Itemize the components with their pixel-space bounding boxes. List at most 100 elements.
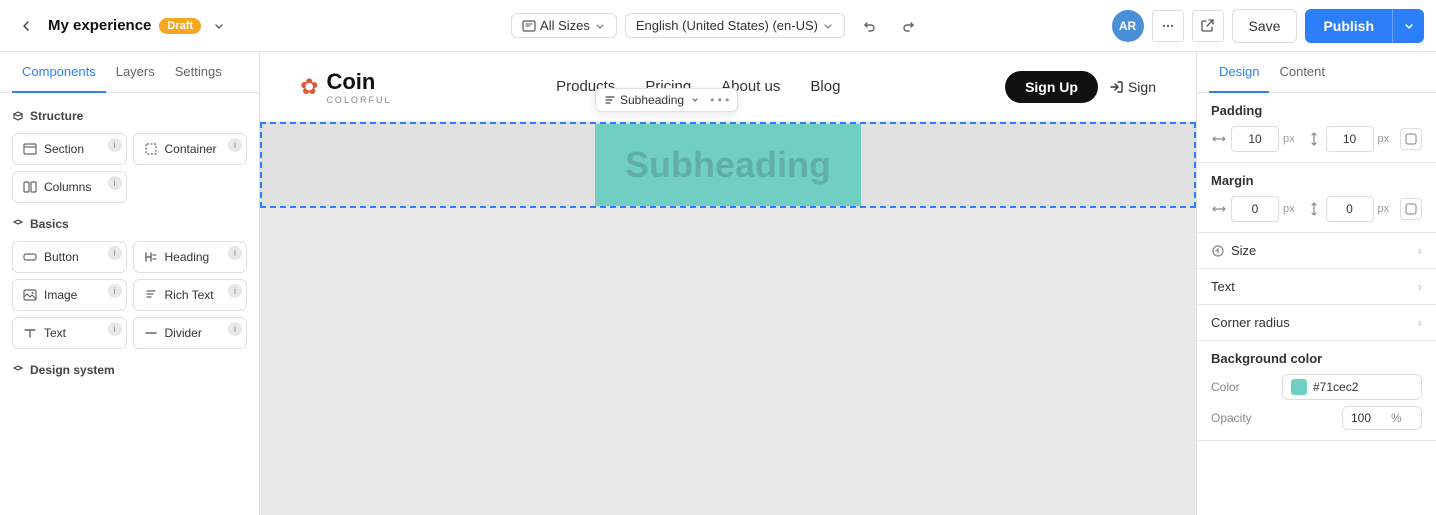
padding-h-unit: px [1283, 133, 1295, 145]
padding-v-unit: px [1378, 133, 1390, 145]
basics-label: Basics [30, 217, 69, 231]
basics-grid: Button i Heading i Image i [12, 241, 247, 349]
publish-dropdown-button[interactable] [1392, 9, 1424, 43]
divider-info: i [228, 322, 242, 336]
container-icon [144, 142, 158, 156]
subheading-toolbar-more[interactable]: • • • [710, 93, 729, 107]
margin-header[interactable]: Margin [1211, 173, 1422, 188]
rich-text-icon [144, 288, 158, 302]
text-expand-icon: › [1418, 279, 1422, 294]
padding-section: Padding 10 px 10 px [1197, 93, 1436, 163]
left-panel: Components Layers Settings Structure Sec… [0, 52, 260, 515]
component-container[interactable]: Container i [133, 133, 248, 165]
subheading-text: Subheading [625, 144, 831, 186]
container-info: i [228, 138, 242, 152]
nav-blog[interactable]: Blog [810, 78, 840, 95]
corner-radius-row[interactable]: Corner radius › [1197, 305, 1436, 341]
component-section[interactable]: Section i [12, 133, 127, 165]
basics-header[interactable]: Basics [12, 217, 247, 231]
tab-settings[interactable]: Settings [165, 52, 232, 93]
padding-horizontal-input[interactable]: 10 [1231, 126, 1279, 152]
padding-vertical-icon [1306, 131, 1322, 147]
component-divider[interactable]: Divider i [133, 317, 248, 349]
padding-label: Padding [1211, 103, 1262, 118]
component-rich-text[interactable]: Rich Text i [133, 279, 248, 311]
margin-link-icon[interactable] [1400, 198, 1422, 220]
tab-components[interactable]: Components [12, 52, 106, 93]
size-expand-icon: › [1418, 243, 1422, 258]
padding-horizontal-icon [1211, 131, 1227, 147]
save-button[interactable]: Save [1232, 9, 1298, 43]
design-system-header[interactable]: Design system [12, 363, 247, 377]
color-value-group[interactable]: #71cec2 [1282, 374, 1422, 400]
section-icon [23, 142, 37, 156]
text-icon [23, 326, 37, 340]
opacity-label: Opacity [1211, 411, 1252, 425]
component-image[interactable]: Image i [12, 279, 127, 311]
canvas-section[interactable]: Subheading • • • Subheading [260, 122, 1196, 208]
tab-design[interactable]: Design [1209, 52, 1269, 93]
undo-button[interactable] [853, 10, 885, 42]
component-button[interactable]: Button i [12, 241, 127, 273]
button-icon [23, 250, 37, 264]
image-label: Image [44, 288, 77, 302]
columns-icon [23, 180, 37, 194]
back-button[interactable] [12, 12, 40, 40]
size-reset-icon[interactable] [1211, 244, 1225, 258]
columns-label: Columns [44, 180, 91, 194]
heading-label: Heading [165, 250, 210, 264]
opacity-unit: % [1391, 411, 1402, 425]
avatar: AR [1112, 10, 1144, 42]
topbar: My experience Draft All Sizes English (U… [0, 0, 1436, 52]
text-info: i [108, 322, 122, 336]
corner-radius-label: Corner radius [1211, 315, 1290, 330]
padding-header[interactable]: Padding [1211, 103, 1422, 118]
margin-section: Margin 0 px 0 px [1197, 163, 1436, 233]
component-text[interactable]: Text i [12, 317, 127, 349]
redo-button[interactable] [893, 10, 925, 42]
signin-button[interactable]: Sign [1108, 79, 1156, 95]
signup-button[interactable]: Sign Up [1005, 71, 1098, 103]
heading-info: i [228, 246, 242, 260]
structure-label: Structure [30, 109, 83, 123]
rich-text-info: i [228, 284, 242, 298]
tab-content[interactable]: Content [1269, 52, 1335, 93]
size-selector[interactable]: All Sizes [511, 13, 617, 38]
margin-label: Margin [1211, 173, 1254, 188]
container-label: Container [165, 142, 217, 156]
left-panel-content: Structure Section i Container i [0, 93, 259, 515]
margin-row: 0 px 0 px [1211, 196, 1422, 222]
logo-area: ✿ Coin COLORFUL [300, 69, 391, 105]
color-hex-value: #71cec2 [1313, 380, 1358, 394]
component-heading[interactable]: Heading i [133, 241, 248, 273]
nav-cta-group: Sign Up Sign [1005, 71, 1156, 103]
preview-button[interactable] [1192, 10, 1224, 42]
tab-layers[interactable]: Layers [106, 52, 165, 93]
signin-label: Sign [1128, 79, 1156, 95]
draft-badge: Draft [159, 18, 201, 34]
opacity-input-group: % [1342, 406, 1422, 430]
right-panel-content: Padding 10 px 10 px [1197, 93, 1436, 515]
page-title: My experience [48, 17, 151, 34]
page-title-chevron[interactable] [209, 16, 229, 36]
right-tabs: Design Content [1197, 52, 1436, 93]
margin-vertical-input[interactable]: 0 [1326, 196, 1374, 222]
subheading-toolbar: Subheading • • • [595, 88, 738, 112]
background-color-section: Background color Color #71cec2 Opacity % [1197, 341, 1436, 441]
text-row[interactable]: Text › [1197, 269, 1436, 305]
padding-vertical-input[interactable]: 10 [1326, 126, 1374, 152]
opacity-input[interactable] [1351, 411, 1391, 425]
padding-link-icon[interactable] [1400, 128, 1422, 150]
lang-selector[interactable]: English (United States) (en-US) [625, 13, 845, 38]
publish-button[interactable]: Publish [1305, 9, 1392, 43]
more-button[interactable] [1152, 10, 1184, 42]
topbar-left: My experience Draft [12, 12, 503, 40]
color-label: Color [1211, 380, 1240, 394]
left-tabs: Components Layers Settings [0, 52, 259, 93]
margin-horizontal-input[interactable]: 0 [1231, 196, 1279, 222]
logo-sub: COLORFUL [326, 95, 391, 105]
component-columns[interactable]: Columns i [12, 171, 127, 203]
size-row[interactable]: Size › [1197, 233, 1436, 269]
subheading-block[interactable]: Subheading • • • Subheading [595, 124, 861, 206]
structure-header[interactable]: Structure [12, 109, 247, 123]
